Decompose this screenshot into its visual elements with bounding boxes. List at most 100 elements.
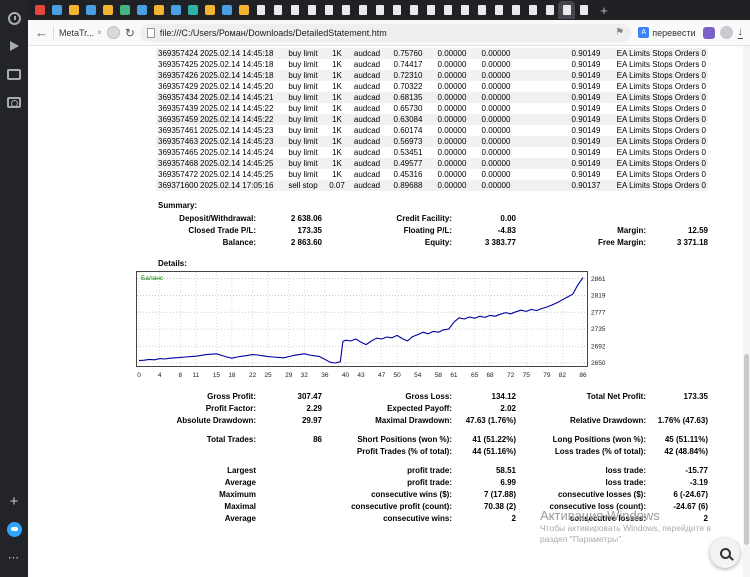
stat-label: Short Positions (won %):	[357, 435, 452, 444]
browser-tab[interactable]	[541, 1, 558, 19]
translate-button[interactable]: А перевести	[636, 27, 697, 38]
browser-tab[interactable]	[269, 1, 286, 19]
svg-text:25: 25	[264, 372, 272, 379]
cell-size: 1K	[332, 60, 342, 69]
media-play-icon[interactable]	[3, 35, 25, 57]
stat-value: 173.35	[683, 392, 708, 401]
zoom-button[interactable]	[710, 538, 740, 568]
browser-tab[interactable]	[150, 1, 167, 19]
new-tab-button[interactable]: +	[596, 4, 612, 17]
cell-size: 1K	[332, 148, 342, 157]
svg-text:18: 18	[228, 372, 236, 379]
cell-gap	[518, 136, 564, 147]
browser-tab[interactable]	[388, 1, 405, 19]
browser-tab[interactable]	[31, 1, 48, 19]
stat-label: consecutive loss (count):	[549, 502, 646, 511]
browser-tab[interactable]	[252, 1, 269, 19]
browser-tab[interactable]	[65, 1, 82, 19]
trade-row: 369357459 2025.02.14 14:45:22 buy limit 1K a…	[156, 114, 708, 125]
browser-tab[interactable]	[490, 1, 507, 19]
stat-value: 58.51	[495, 466, 516, 475]
address-bar[interactable]: file:///C:/Users/Роман/Downloads/Detaile…	[139, 23, 632, 42]
chart-favicon	[221, 5, 232, 15]
browser-tab[interactable]	[524, 1, 541, 19]
sidebar-add-button[interactable]: +	[3, 490, 25, 512]
trade-row: 369357465 2025.02.14 14:45:24 buy limit 1K a…	[156, 147, 708, 158]
history-icon[interactable]	[3, 7, 25, 29]
stat-label: Profit Trades (% of total):	[356, 447, 452, 456]
refresh-button[interactable]: ↻	[125, 26, 135, 40]
browser-tab[interactable]	[507, 1, 524, 19]
svg-text:86: 86	[579, 372, 587, 379]
cell-sl: 0.00000	[437, 49, 467, 58]
document-favicon	[256, 5, 265, 15]
browser-tab[interactable]	[337, 1, 354, 19]
browser-tab[interactable]	[371, 1, 388, 19]
extensions-icon[interactable]	[702, 26, 715, 39]
bookmark-icon[interactable]: ⚑	[615, 27, 624, 38]
browser-tab[interactable]	[235, 1, 252, 19]
browser-tab[interactable]	[116, 1, 133, 19]
browser-tab[interactable]	[201, 1, 218, 19]
stat-label: profit trade:	[407, 478, 452, 487]
cell-ticket: 369357468	[158, 159, 199, 168]
svg-text:22: 22	[249, 372, 257, 379]
browser-tab[interactable]	[286, 1, 303, 19]
browser-tab[interactable]	[167, 1, 184, 19]
cell-price: 0.72310	[393, 71, 423, 80]
svg-text:43: 43	[357, 372, 365, 379]
browser-tab[interactable]	[473, 1, 490, 19]
cell-comment: EA Limits Stops Orders 0	[616, 159, 706, 168]
browser-tab[interactable]	[218, 1, 235, 19]
chart-favicon	[187, 5, 198, 15]
stats-grid: Gross Profit: 307.47 Gross Loss: 134.12 Tota…	[156, 391, 708, 525]
back-button[interactable]: ←	[35, 25, 48, 40]
svg-text:79: 79	[543, 372, 551, 379]
current-tab-chip[interactable]: MetaTr... ×	[59, 28, 102, 38]
browser-tab[interactable]	[303, 1, 320, 19]
cell-ticket: 369357434	[158, 93, 199, 102]
browser-tab[interactable]	[439, 1, 456, 19]
url-text[interactable]: file:///C:/Users/Роман/Downloads/Detaile…	[160, 28, 610, 38]
cell-size: 1K	[332, 170, 342, 179]
browser-tab[interactable]	[82, 1, 99, 19]
chart-favicon	[85, 5, 96, 15]
scrollbar-thumb[interactable]	[744, 353, 749, 546]
document-favicon	[528, 5, 537, 15]
scrollbar[interactable]	[743, 46, 750, 577]
browser-tab[interactable]	[48, 1, 65, 19]
browser-tab[interactable]	[575, 1, 592, 19]
browser-tab[interactable]	[354, 1, 371, 19]
browser-tab[interactable]	[422, 1, 439, 19]
profile-icon[interactable]	[106, 26, 120, 39]
cell-time: 2025.02.14 14:45:22	[200, 104, 274, 113]
browser-tab[interactable]	[456, 1, 473, 19]
document-favicon	[443, 5, 452, 15]
cell-price: 0.56973	[393, 137, 423, 146]
browser-tab[interactable]	[320, 1, 337, 19]
cell-comment: EA Limits Stops Orders 0	[616, 181, 706, 190]
stat-label: Credit Facility:	[396, 214, 452, 223]
avatar-icon[interactable]	[719, 26, 733, 39]
stat-label: Largest	[227, 466, 256, 475]
close-tab-icon[interactable]: ×	[97, 28, 102, 37]
browser-tab-active[interactable]	[558, 1, 575, 19]
svg-text:32: 32	[301, 372, 309, 379]
sidebar-more-button[interactable]: ⋯	[3, 546, 25, 568]
screen-capture-icon[interactable]	[3, 63, 25, 85]
cell-gap	[518, 147, 564, 158]
browser-tab[interactable]	[99, 1, 116, 19]
cell-symbol: audcad	[353, 115, 381, 124]
browser-main: + ← MetaTr... × ↻ file:///C:/Users/Роман…	[28, 0, 750, 577]
cell-tp: 0.00000	[481, 93, 511, 102]
cell-sl: 0.00000	[437, 115, 467, 124]
browser-tab[interactable]	[133, 1, 150, 19]
downloads-icon[interactable]: ↓	[737, 26, 743, 39]
stat-row: Closed Trade P/L: 173.35 Floating P/L: -4.8…	[156, 225, 708, 237]
cell-ticket: 369357472	[158, 170, 199, 179]
browser-tab[interactable]	[184, 1, 201, 19]
messenger-button[interactable]	[3, 518, 25, 540]
camera-icon[interactable]	[3, 91, 25, 113]
browser-tab[interactable]	[405, 1, 422, 19]
cell-price2: 0.90149	[571, 137, 601, 146]
